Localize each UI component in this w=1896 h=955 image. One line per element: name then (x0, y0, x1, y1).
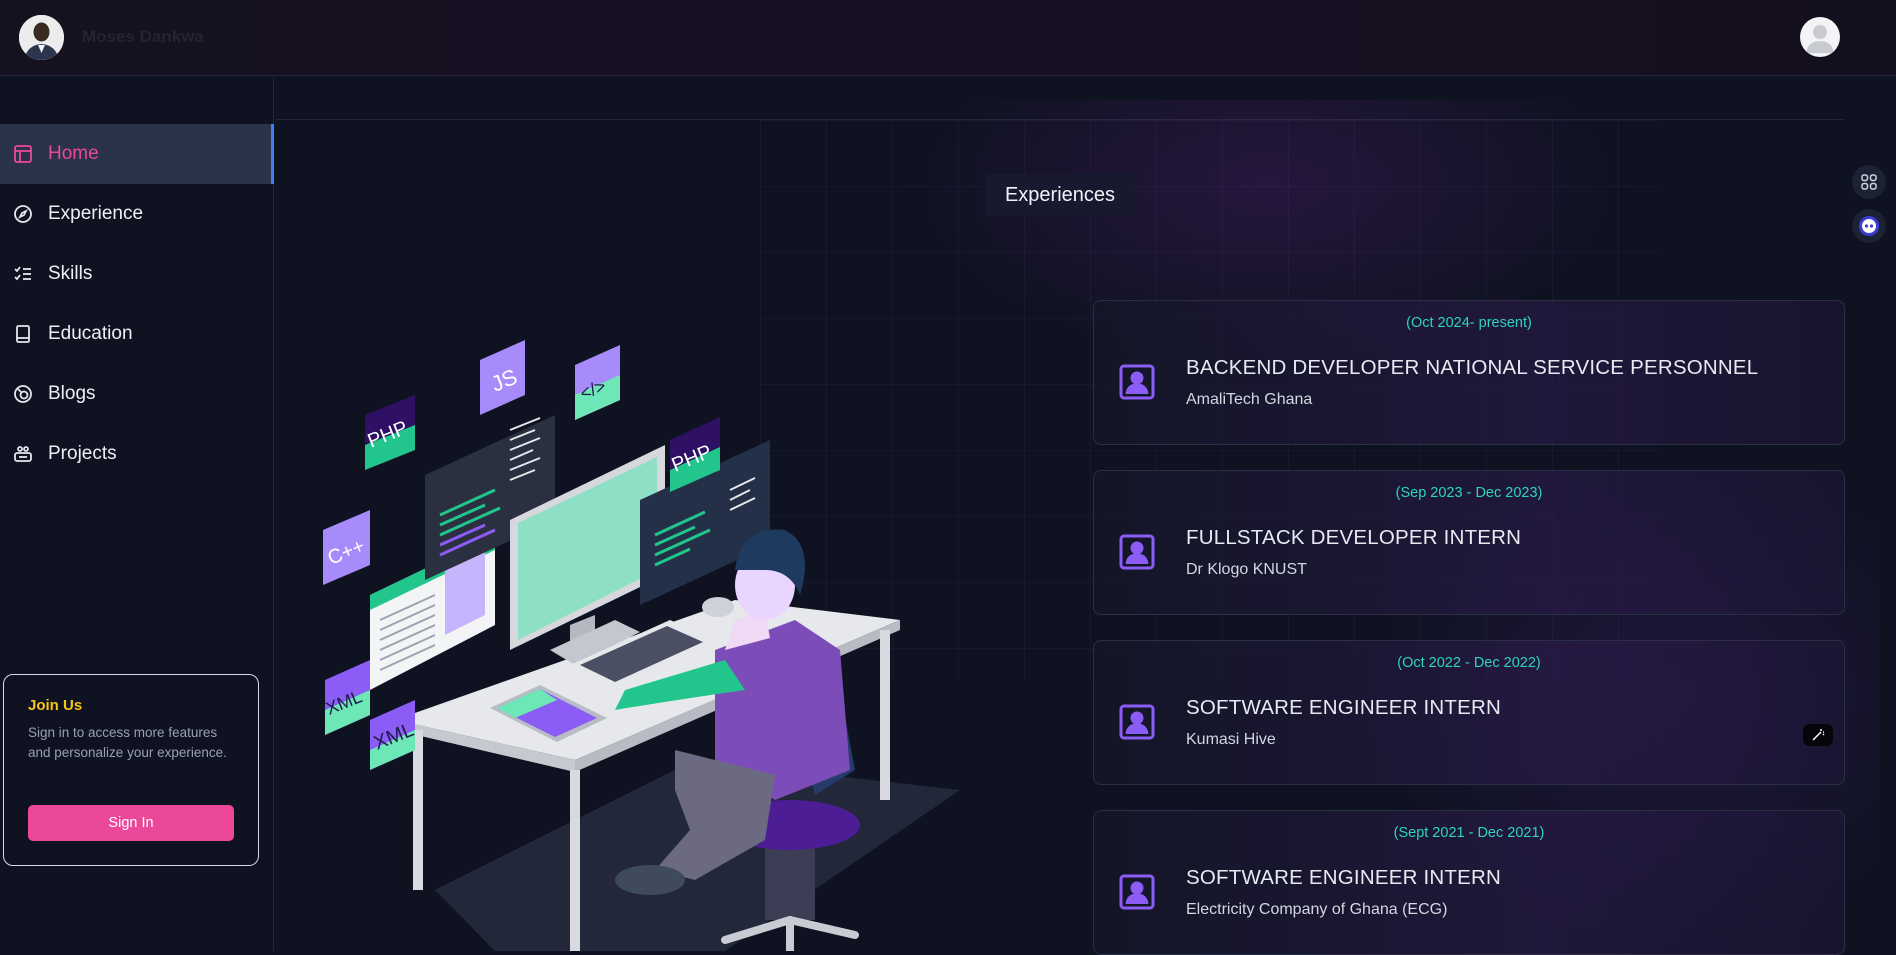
join-us-card: Join Us Sign in to access more features … (3, 674, 259, 866)
experience-org: Electricity Company of Ghana (ECG) (1186, 901, 1448, 918)
tech-badge: PHP (365, 395, 415, 470)
developer-illustration: XML XML C++ PHP JS </> PHP (323, 340, 960, 951)
experience-date: (Sept 2021 - Dec 2021) (1393, 825, 1545, 841)
blog-icon (12, 383, 34, 405)
sidebar-item-label: Skills (48, 263, 93, 284)
person-badge-icon (1118, 533, 1156, 571)
person-badge-icon (1118, 703, 1156, 741)
assistant-bot-icon[interactable] (1852, 209, 1886, 243)
top-bar: Moses Dankwa (0, 0, 1896, 76)
user-avatar-icon[interactable] (1800, 17, 1840, 57)
tech-badge: JS (480, 340, 525, 415)
sidebar: Home Experience Skills Education Blogs P… (0, 77, 274, 951)
sidebar-item-label: Home (48, 143, 99, 164)
sidebar-item-projects[interactable]: Projects (0, 424, 274, 484)
experience-date: (Sep 2023 - Dec 2023) (1395, 485, 1543, 501)
experience-title: SOFTWARE ENGINEER INTERN (1186, 696, 1501, 719)
experience-org: Dr Klogo KNUST (1186, 561, 1307, 578)
sidebar-item-label: Experience (48, 203, 144, 224)
tech-badge: </> (575, 345, 620, 420)
join-us-text: Sign in to access more features and pers… (28, 725, 227, 760)
experience-title: BACKEND DEVELOPER NATIONAL SERVICE PERSO… (1186, 356, 1759, 379)
section-title: Experiences (985, 174, 1135, 216)
experience-card[interactable]: (Sep 2023 - Dec 2023) FULLSTACK DEVELOPE… (1093, 470, 1845, 615)
sidebar-item-label: Projects (48, 443, 117, 464)
tech-badge: XML (323, 660, 370, 735)
sidebar-item-education[interactable]: Education (0, 304, 274, 364)
checklist-icon (12, 263, 34, 285)
join-us-title: Join Us (28, 697, 83, 714)
experience-card[interactable]: (Oct 2024- present) BACKEND DEVELOPER NA… (1093, 300, 1845, 445)
main-divider (275, 119, 1845, 120)
experience-org: Kumasi Hive (1186, 731, 1276, 748)
brand-name: Moses Dankwa (82, 27, 204, 46)
layout-icon (12, 143, 34, 165)
experience-card[interactable]: (Sept 2021 - Dec 2021) SOFTWARE ENGINEER… (1093, 810, 1845, 955)
profile-photo[interactable] (19, 15, 64, 60)
grid-menu-icon[interactable] (1852, 165, 1886, 199)
book-icon (12, 323, 34, 345)
tech-badge: XML (370, 700, 417, 770)
tech-badge: C++ (323, 510, 370, 585)
compass-icon (12, 203, 34, 225)
experience-date: (Oct 2022 - Dec 2022) (1397, 655, 1541, 671)
experience-title: FULLSTACK DEVELOPER INTERN (1186, 526, 1522, 549)
sidebar-item-skills[interactable]: Skills (0, 244, 274, 304)
experience-date: (Oct 2024- present) (1406, 315, 1532, 331)
sign-in-button[interactable]: Sign In (28, 805, 234, 841)
sidebar-item-blogs[interactable]: Blogs (0, 364, 274, 424)
person-badge-icon (1118, 363, 1156, 401)
person-badge-icon (1118, 873, 1156, 911)
experience-title: SOFTWARE ENGINEER INTERN (1186, 866, 1501, 889)
magic-wand-icon[interactable] (1803, 724, 1833, 746)
experience-card[interactable]: (Oct 2022 - Dec 2022) SOFTWARE ENGINEER … (1093, 640, 1845, 785)
sidebar-item-label: Education (48, 323, 133, 344)
sidebar-item-experience[interactable]: Experience (0, 184, 274, 244)
experience-org: AmaliTech Ghana (1186, 391, 1313, 408)
profile-photo-image (19, 15, 64, 60)
sidebar-item-label: Blogs (48, 383, 96, 404)
projects-icon (12, 443, 34, 465)
sidebar-item-home[interactable]: Home (0, 124, 274, 184)
